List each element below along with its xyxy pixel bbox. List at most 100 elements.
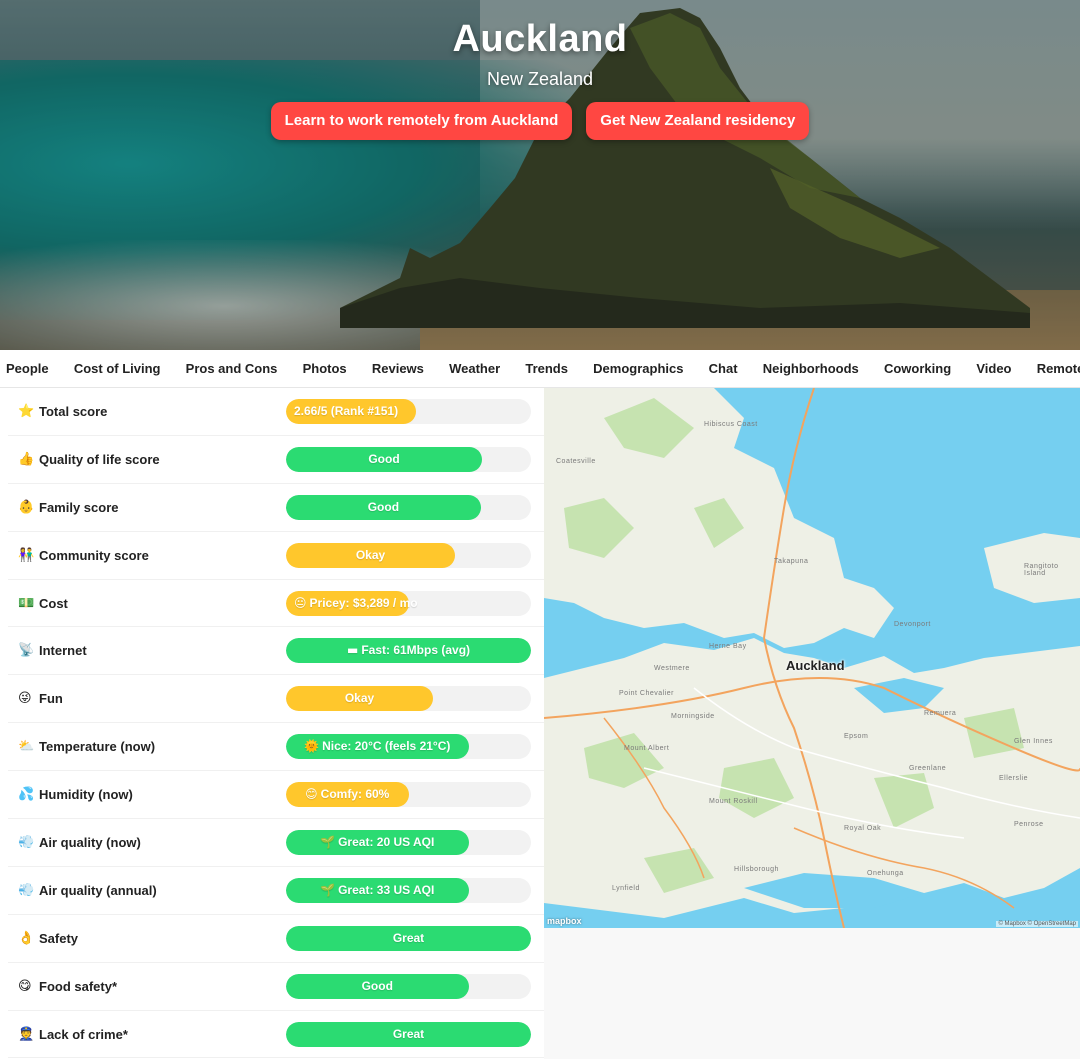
score-row[interactable]: ⭐ Total score 2.66/5 (Rank #151) [8,388,544,436]
tab-reviews[interactable]: Reviews [359,361,436,376]
tab-trends[interactable]: Trends [513,361,581,376]
score-row[interactable]: ⛅ Temperature (now) 🌞 Nice: 20°C (feels 21°… [8,723,544,772]
internet-icon: 📡 [18,643,35,659]
map-place-label: Onehunga [867,870,904,877]
score-row[interactable]: 👫 Community score Okay [8,532,544,580]
score-row[interactable]: 👍 Quality of life score Good [8,436,544,484]
tab-neighborhoods[interactable]: Neighborhoods [750,361,871,376]
score-bar[interactable]: 🌱 Great: 33 US AQI [286,877,531,903]
score-bar[interactable]: 🌱 Great: 20 US AQI [286,829,531,855]
score-value-text: Pricey: $3,289 / mo [309,595,418,610]
mapbox-logo[interactable]: mapbox [547,916,582,926]
score-label-text: Safety [39,930,79,946]
score-value-emoji: 😊 [305,787,318,802]
score-label-text: Quality of life score [39,451,160,467]
map-place-label: Royal Oak [844,825,882,832]
tab-demographics[interactable]: Demographics [581,361,697,376]
score-row[interactable]: 💵 Cost 😐 Pricey: $3,289 / mo [8,580,544,628]
score-label: ⛅ Temperature (now) [8,739,286,754]
score-label: 📡 Internet [8,643,286,658]
score-label-text: Cost [39,595,68,611]
score-row[interactable]: 😜 Fun Okay [8,675,544,724]
score-row[interactable]: 👮 Lack of crime* Great [8,1011,544,1059]
section-tabs: People Cost of Living Pros and Cons Phot… [0,350,1080,388]
tab-remote-jobs[interactable]: Remote jobs [1024,361,1080,376]
score-row[interactable]: 📡 Internet ▬ Fast: 61Mbps (avg) [8,627,544,676]
score-bar[interactable]: Good [286,494,531,520]
tab-people[interactable]: People [0,361,61,376]
score-value: Good [286,495,481,520]
city-title: Auckland [452,18,628,60]
score-bar[interactable]: Great [286,1021,531,1047]
safety-icon: 👌 [18,930,35,946]
map-place-label: Epsom [844,733,869,740]
score-bar[interactable]: Okay [286,542,531,568]
score-value: Okay [286,686,433,711]
map-place-label: Glen Innes [1014,738,1053,745]
score-label: 😋 Food safety* [8,979,286,994]
score-bar[interactable]: Good [286,446,531,472]
tab-cost-of-living[interactable]: Cost of Living [61,361,173,376]
score-value: ▬ Fast: 61Mbps (avg) [286,638,531,663]
score-value-emoji: 🌱 [320,882,336,897]
score-value: Good [286,447,482,472]
map-place-label: Lynfield [612,885,640,892]
score-row[interactable]: 👶 Family score Good [8,484,544,532]
tab-coworking[interactable]: Coworking [871,361,963,376]
score-label-text: Humidity (now) [39,787,133,803]
map-place-label: Hibiscus Coast [704,421,758,428]
tab-weather[interactable]: Weather [437,361,513,376]
score-value-text: Great [392,930,425,945]
tab-photos[interactable]: Photos [290,361,359,376]
thumbs-up-icon: 👍 [18,451,35,467]
score-bar[interactable]: Okay [286,686,531,712]
residency-button[interactable]: Get New Zealand residency [586,102,810,140]
score-value-text: Okay [355,547,386,562]
score-bar[interactable]: 2.66/5 (Rank #151) [286,398,531,424]
score-value: Good [286,974,469,999]
score-bar[interactable]: 😊 Comfy: 60% [286,782,531,808]
map-place-label: Mount Roskill [709,798,758,805]
score-bar[interactable]: ▬ Fast: 61Mbps (avg) [286,638,531,664]
score-label-text: Total score [39,403,108,419]
score-bar[interactable]: Great [286,925,531,951]
score-bar[interactable]: Good [286,973,531,999]
score-label: 👮 Lack of crime* [8,1027,286,1042]
city-map[interactable]: Auckland Hibiscus Coast Takapuna Devonpo… [544,388,1080,928]
score-label-text: Food safety* [39,978,118,994]
score-label: ⭐ Total score [8,404,286,419]
score-value-emoji: 🌞 [304,739,320,754]
hero-banner: Auckland New Zealand Learn to work remot… [0,0,1080,350]
map-place-label: Devonport [894,621,931,628]
map-attribution[interactable]: © Mapbox © OpenStreetMap [996,921,1078,927]
score-row[interactable]: 💨 Air quality (annual) 🌱 Great: 33 US AQI [8,867,544,915]
score-bar[interactable]: 🌞 Nice: 20°C (feels 21°C) [286,734,531,760]
score-value-text: Good [361,978,393,993]
score-label-text: Internet [39,643,87,659]
score-row[interactable]: 👌 Safety Great [8,915,544,963]
score-row[interactable]: 💦 Humidity (now) 😊 Comfy: 60% [8,771,544,820]
score-value-text: Nice: 20°C (feels 21°C) [322,739,451,754]
score-row[interactable]: 💨 Air quality (now) 🌱 Great: 20 US AQI [8,819,544,867]
score-row[interactable]: 😋 Food safety* Good [8,963,544,1011]
score-label-text: Family score [39,499,119,515]
score-label-text: Air quality (annual) [39,882,157,898]
score-value: Great [286,1022,531,1047]
score-value: Okay [286,543,455,568]
score-label-text: Lack of crime* [39,1026,128,1042]
work-remotely-button[interactable]: Learn to work remotely from Auckland [270,102,573,140]
map-place-label: Rangitoto Island [1024,563,1059,577]
score-bar[interactable]: 😐 Pricey: $3,289 / mo [286,590,531,616]
tab-video[interactable]: Video [964,361,1024,376]
map-place-label: Coatesville [556,458,596,465]
score-value: 🌱 Great: 33 US AQI [286,878,469,903]
tab-chat[interactable]: Chat [696,361,750,376]
star-icon: ⭐ [18,403,35,419]
map-place-label: Penrose [1014,821,1044,828]
weather-icon: ⛅ [18,739,35,755]
tab-pros-and-cons[interactable]: Pros and Cons [173,361,290,376]
score-value-text: Okay [344,691,375,706]
score-label: 👍 Quality of life score [8,452,286,467]
score-value-emoji: ▬ [346,643,359,658]
map-place-label: Point Chevalier [619,690,674,697]
